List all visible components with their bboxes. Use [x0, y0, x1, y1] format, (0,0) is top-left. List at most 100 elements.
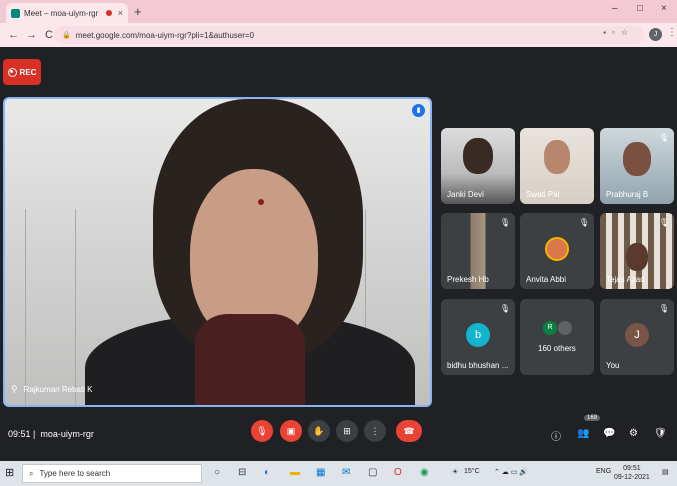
- tray-icons[interactable]: ⌃ ☁ ▭ 🔊: [494, 468, 528, 476]
- tab-title: Meet – moa-uiym-rgr: [24, 8, 99, 18]
- participant-tile[interactable]: b 🎙 bidhu bhushan ...: [441, 299, 515, 375]
- host-controls-icon[interactable]: 🛡: [654, 428, 667, 439]
- participant-name: bidhu bhushan ...: [447, 361, 509, 370]
- participant-figure: [463, 138, 493, 174]
- mic-off-icon: 🎙: [499, 218, 510, 227]
- participant-figure: [623, 142, 651, 176]
- widgets-icon[interactable]: ⊟: [238, 467, 246, 478]
- edge-icon[interactable]: ◐: [264, 467, 270, 478]
- reload-button[interactable]: C: [44, 29, 54, 41]
- clock-date: 09-12-2021: [614, 474, 650, 481]
- pin-icon[interactable]: ⚲: [11, 384, 18, 395]
- search-icon: ⌕: [29, 468, 34, 478]
- app-icon[interactable]: ▢: [368, 467, 377, 478]
- more-vert-icon[interactable]: ⋮: [364, 420, 386, 442]
- url-text: meet.google.com/moa-uiym-rgr?pli=1&authu…: [75, 30, 255, 40]
- participant-tile[interactable]: 🎙 Anvita Abbi: [520, 213, 594, 289]
- participant-name: Janki Devi: [447, 190, 484, 199]
- weather-temp[interactable]: 15°C: [464, 468, 480, 475]
- tab-close-icon[interactable]: ×: [118, 8, 123, 18]
- people-icon[interactable]: 👥: [577, 428, 589, 439]
- mic-off-icon: 🎙: [499, 304, 510, 313]
- participant-name: 160 others: [538, 344, 576, 353]
- recording-dot-icon: [105, 10, 112, 16]
- lock-icon: 🔒: [62, 32, 71, 39]
- main-speaker-label: ⚲ Rajkumari Rebati K: [11, 384, 93, 395]
- participant-figure: [626, 243, 648, 271]
- clock-time: 09:51: [623, 465, 641, 472]
- new-tab-button[interactable]: +: [134, 4, 142, 19]
- mic-off-icon: 🎙: [658, 133, 669, 142]
- task-view-icon[interactable]: ○: [214, 467, 220, 478]
- recording-label: REC: [19, 67, 37, 77]
- browser-tab-meet[interactable]: Meet – moa-uiym-rgr ×: [6, 3, 128, 23]
- taskbar-clock[interactable]: 09:51 09-12-2021: [614, 464, 650, 482]
- participant-tile-self[interactable]: J 🎙 You: [600, 299, 674, 375]
- chat-icon[interactable]: 💬: [603, 428, 615, 439]
- info-icon[interactable]: ⓘ: [551, 428, 561, 443]
- participant-tile[interactable]: 🎙 Tejas Azad: [600, 213, 674, 289]
- audio-wave-icon: ▮: [412, 104, 425, 117]
- participant-name: Swati Pal: [526, 190, 560, 199]
- others-avatar-1: R: [543, 321, 557, 335]
- store-icon[interactable]: ▦: [316, 467, 325, 478]
- wall-panel: [25, 209, 65, 405]
- meet-favicon-icon: [11, 8, 20, 18]
- mic-off-icon: 🎙: [658, 218, 669, 227]
- participant-name: Tejas Azad: [606, 275, 645, 284]
- participant-tile[interactable]: 🎙 Prabhuraj B: [600, 128, 674, 204]
- main-speaker-video[interactable]: ▮ ⚲ Rajkumari Rebati K: [3, 97, 432, 407]
- back-button[interactable]: ←: [8, 29, 19, 41]
- recording-badge[interactable]: REC: [3, 59, 41, 85]
- forward-button[interactable]: →: [26, 29, 37, 41]
- speaker-scarf: [195, 314, 305, 405]
- hand-icon[interactable]: ✋: [308, 420, 330, 442]
- mic-off-icon: 🎙: [658, 304, 669, 313]
- meeting-info: 09:51 | moa-uiym-rgr: [8, 429, 94, 439]
- search-placeholder: Type here to search: [39, 469, 111, 478]
- record-icon: [7, 67, 17, 77]
- participant-name: Prabhuraj B: [606, 190, 649, 199]
- present-icon[interactable]: ⊞: [336, 420, 358, 442]
- participant-tile-others[interactable]: R 160 others: [520, 299, 594, 375]
- windows-taskbar: ⊞ ⌕ Type here to search ○ ⊟ ◐ ▬ ▦ ✉ ▢ O …: [0, 461, 677, 486]
- opera-icon[interactable]: O: [394, 467, 402, 478]
- others-avatar-2: [558, 321, 572, 335]
- participant-photo-avatar: [545, 237, 569, 261]
- camera-off-icon[interactable]: ▣: [280, 420, 302, 442]
- participant-tile[interactable]: Janki Devi: [441, 128, 515, 204]
- people-count-badge: 169: [584, 415, 601, 421]
- weather-icon[interactable]: ☀: [452, 468, 458, 476]
- speaker-bindi: [258, 199, 264, 205]
- participant-tile[interactable]: Swati Pal: [520, 128, 594, 204]
- chrome-icon[interactable]: ◉: [420, 467, 429, 478]
- notification-icon[interactable]: ▤: [662, 468, 669, 476]
- file-explorer-icon[interactable]: ▬: [290, 467, 300, 478]
- meeting-time: 09:51: [8, 429, 31, 439]
- activities-icon[interactable]: ⚙: [629, 428, 638, 439]
- profile-avatar[interactable]: J: [649, 28, 662, 41]
- main-speaker-name: Rajkumari Rebati K: [23, 385, 93, 394]
- participant-initial-avatar: b: [466, 323, 490, 347]
- end-call-icon[interactable]: ☎: [396, 420, 422, 442]
- language-indicator[interactable]: ENG: [596, 468, 611, 475]
- participant-name: You: [606, 361, 620, 370]
- url-field[interactable]: 🔒 meet.google.com/moa-uiym-rgr?pli=1&aut…: [54, 26, 644, 44]
- close-window-button[interactable]: ×: [661, 3, 667, 14]
- omnibox-action-icons[interactable]: ▪▫☆: [603, 28, 634, 37]
- participant-initial-avatar: J: [625, 323, 649, 347]
- address-bar-row: ← → C 🔒 meet.google.com/moa-uiym-rgr?pli…: [0, 23, 677, 47]
- mail-icon[interactable]: ✉: [342, 467, 350, 478]
- taskbar-search-input[interactable]: ⌕ Type here to search: [22, 464, 202, 483]
- maximize-button[interactable]: □: [637, 3, 643, 14]
- mic-off-icon: 🎙: [578, 218, 589, 227]
- meeting-code: moa-uiym-rgr: [40, 429, 94, 439]
- participant-tile[interactable]: 🎙 Prekesh Hb: [441, 213, 515, 289]
- meet-control-bar: 09:51 | moa-uiym-rgr 🎙 ▣ ✋ ⊞ ⋮ ☎ ⓘ 169 👥…: [0, 410, 677, 458]
- browser-menu-icon[interactable]: ⋮: [667, 27, 677, 38]
- windows-start-icon[interactable]: ⊞: [5, 466, 14, 479]
- minimize-button[interactable]: –: [612, 3, 618, 14]
- participant-name: Anvita Abbi: [526, 275, 567, 284]
- mic-off-icon[interactable]: 🎙: [251, 420, 273, 442]
- participant-figure: [544, 140, 570, 174]
